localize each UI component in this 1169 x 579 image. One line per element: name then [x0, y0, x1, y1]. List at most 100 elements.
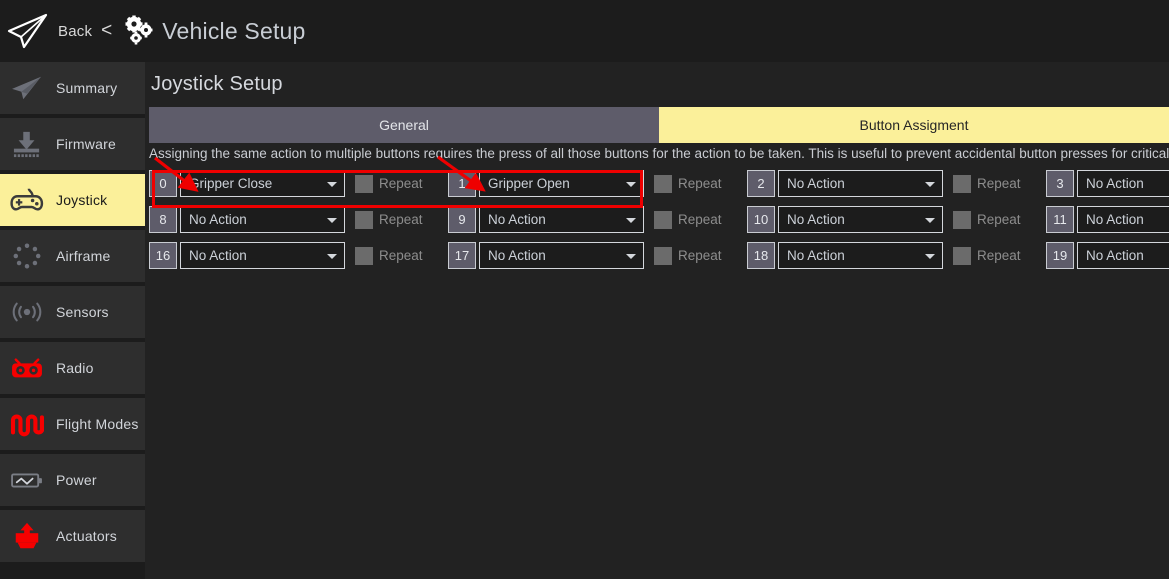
sidebar-item-joystick[interactable]: Joystick: [0, 174, 145, 226]
repeat-checkbox-group[interactable]: Repeat: [355, 210, 438, 229]
button-assignment-row: 0 Gripper Close Repeat 1 Gripper Open Repeat 2…: [149, 170, 1169, 197]
repeat-label: Repeat: [379, 176, 423, 191]
page-title: Vehicle Setup: [162, 17, 306, 44]
sidebar-item-label: Sensors: [56, 304, 109, 320]
chevron-down-icon: [327, 182, 337, 187]
repeat-checkbox[interactable]: [654, 210, 672, 229]
chevron-down-icon: [327, 218, 337, 223]
main-panel: Joystick Setup General Button Assigment …: [145, 62, 1169, 579]
action-dropdown[interactable]: No Action: [1077, 242, 1169, 269]
chevron-down-icon: [925, 254, 935, 259]
repeat-checkbox[interactable]: [355, 246, 373, 265]
flight-modes-icon: [8, 407, 46, 441]
button-assignment-cell: 2 No Action: [747, 170, 943, 197]
action-dropdown[interactable]: Gripper Open: [479, 170, 644, 197]
repeat-label: Repeat: [678, 212, 722, 227]
repeat-checkbox[interactable]: [953, 246, 971, 265]
repeat-checkbox[interactable]: [953, 174, 971, 193]
sensors-waves-icon: [8, 295, 46, 329]
sidebar-item-sensors[interactable]: Sensors: [0, 286, 145, 338]
action-dropdown[interactable]: No Action: [1077, 206, 1169, 233]
paper-plane-icon[interactable]: [6, 11, 50, 51]
button-assignment-cell: 16 No Action: [149, 242, 345, 269]
repeat-checkbox[interactable]: [355, 210, 373, 229]
tab-button-assigment[interactable]: Button Assigment: [659, 107, 1169, 143]
sidebar: Summary Firmware Joystick Airframe Senso…: [0, 62, 145, 579]
action-dropdown[interactable]: No Action: [1077, 170, 1169, 197]
repeat-checkbox-group[interactable]: Repeat: [654, 174, 737, 193]
repeat-checkbox[interactable]: [355, 174, 373, 193]
battery-icon: [8, 463, 46, 497]
action-dropdown[interactable]: Gripper Close: [180, 170, 345, 197]
joystick-setup-title: Joystick Setup: [151, 73, 283, 95]
repeat-checkbox[interactable]: [953, 210, 971, 229]
button-assignment-grid: 0 Gripper Close Repeat 1 Gripper Open Repeat 2…: [149, 170, 1169, 278]
action-dropdown[interactable]: No Action: [479, 206, 644, 233]
button-assignment-cell: 11 No Action: [1046, 206, 1169, 233]
sidebar-item-label: Radio: [56, 360, 94, 376]
sidebar-item-label: Flight Modes: [56, 416, 139, 432]
sidebar-item-label: Power: [56, 472, 97, 488]
action-dropdown[interactable]: No Action: [778, 170, 943, 197]
button-index-badge: 9: [448, 206, 476, 233]
repeat-label: Repeat: [379, 248, 423, 263]
action-dropdown[interactable]: No Action: [778, 206, 943, 233]
button-assignment-cell: 17 No Action: [448, 242, 644, 269]
repeat-checkbox-group[interactable]: Repeat: [355, 174, 438, 193]
sidebar-item-summary[interactable]: Summary: [0, 62, 145, 114]
sidebar-item-actuators[interactable]: Actuators: [0, 510, 145, 562]
sidebar-item-power[interactable]: Power: [0, 454, 145, 506]
button-index-badge: 17: [448, 242, 476, 269]
action-dropdown-value: Gripper Open: [488, 176, 570, 191]
chevron-down-icon: [626, 218, 636, 223]
repeat-checkbox-group[interactable]: Repeat: [953, 174, 1036, 193]
actuator-icon: [8, 519, 46, 553]
button-assignment-cell: 19 No Action: [1046, 242, 1169, 269]
repeat-checkbox-group[interactable]: Repeat: [654, 210, 737, 229]
sidebar-item-label: Joystick: [56, 192, 108, 208]
button-assignment-cell: 18 No Action: [747, 242, 943, 269]
sidebar-item-firmware[interactable]: Firmware: [0, 118, 145, 170]
chevron-down-icon: [925, 218, 935, 223]
chevron-down-icon: [925, 182, 935, 187]
top-bar: Back < Vehicle Setup: [0, 0, 1169, 62]
action-dropdown-value: No Action: [189, 248, 247, 263]
repeat-checkbox-group[interactable]: Repeat: [953, 246, 1036, 265]
button-index-badge: 19: [1046, 242, 1074, 269]
radio-icon: [8, 351, 46, 385]
repeat-checkbox[interactable]: [654, 246, 672, 265]
action-dropdown-value: No Action: [787, 176, 845, 191]
back-chevron-icon[interactable]: <: [101, 20, 112, 42]
action-dropdown[interactable]: No Action: [180, 242, 345, 269]
action-dropdown[interactable]: No Action: [479, 242, 644, 269]
button-assignment-cell: 0 Gripper Close: [149, 170, 345, 197]
sidebar-item-airframe[interactable]: Airframe: [0, 230, 145, 282]
tab-button-assigment-label: Button Assigment: [859, 117, 969, 133]
repeat-label: Repeat: [678, 176, 722, 191]
action-dropdown-value: No Action: [488, 248, 546, 263]
action-dropdown-value: No Action: [787, 248, 845, 263]
action-dropdown[interactable]: No Action: [180, 206, 345, 233]
gamepad-icon: [8, 183, 46, 217]
tab-bar: General Button Assigment: [149, 107, 1169, 143]
button-assignment-row: 8 No Action Repeat 9 No Action Repeat 10 No Act…: [149, 206, 1169, 233]
repeat-checkbox-group[interactable]: Repeat: [355, 246, 438, 265]
repeat-checkbox[interactable]: [654, 174, 672, 193]
sidebar-item-label: Summary: [56, 80, 118, 96]
action-dropdown-value: No Action: [787, 212, 845, 227]
sidebar-item-flight-modes[interactable]: Flight Modes: [0, 398, 145, 450]
action-dropdown-value: No Action: [1086, 176, 1144, 191]
gears-icon: [122, 14, 156, 48]
button-assignment-row: 16 No Action Repeat 17 No Action Repeat 18 No A…: [149, 242, 1169, 269]
button-assignment-cell: 3 No Action: [1046, 170, 1169, 197]
sidebar-item-radio[interactable]: Radio: [0, 342, 145, 394]
tab-general[interactable]: General: [149, 107, 659, 143]
repeat-checkbox-group[interactable]: Repeat: [654, 246, 737, 265]
vehicle-setup-window: Back < Vehicle Setup Summary Firmware Jo…: [0, 0, 1169, 579]
repeat-checkbox-group[interactable]: Repeat: [953, 210, 1036, 229]
paper-plane-icon: [8, 71, 46, 105]
chevron-down-icon: [626, 254, 636, 259]
back-label[interactable]: Back: [58, 23, 92, 40]
action-dropdown-value: No Action: [1086, 248, 1144, 263]
action-dropdown[interactable]: No Action: [778, 242, 943, 269]
